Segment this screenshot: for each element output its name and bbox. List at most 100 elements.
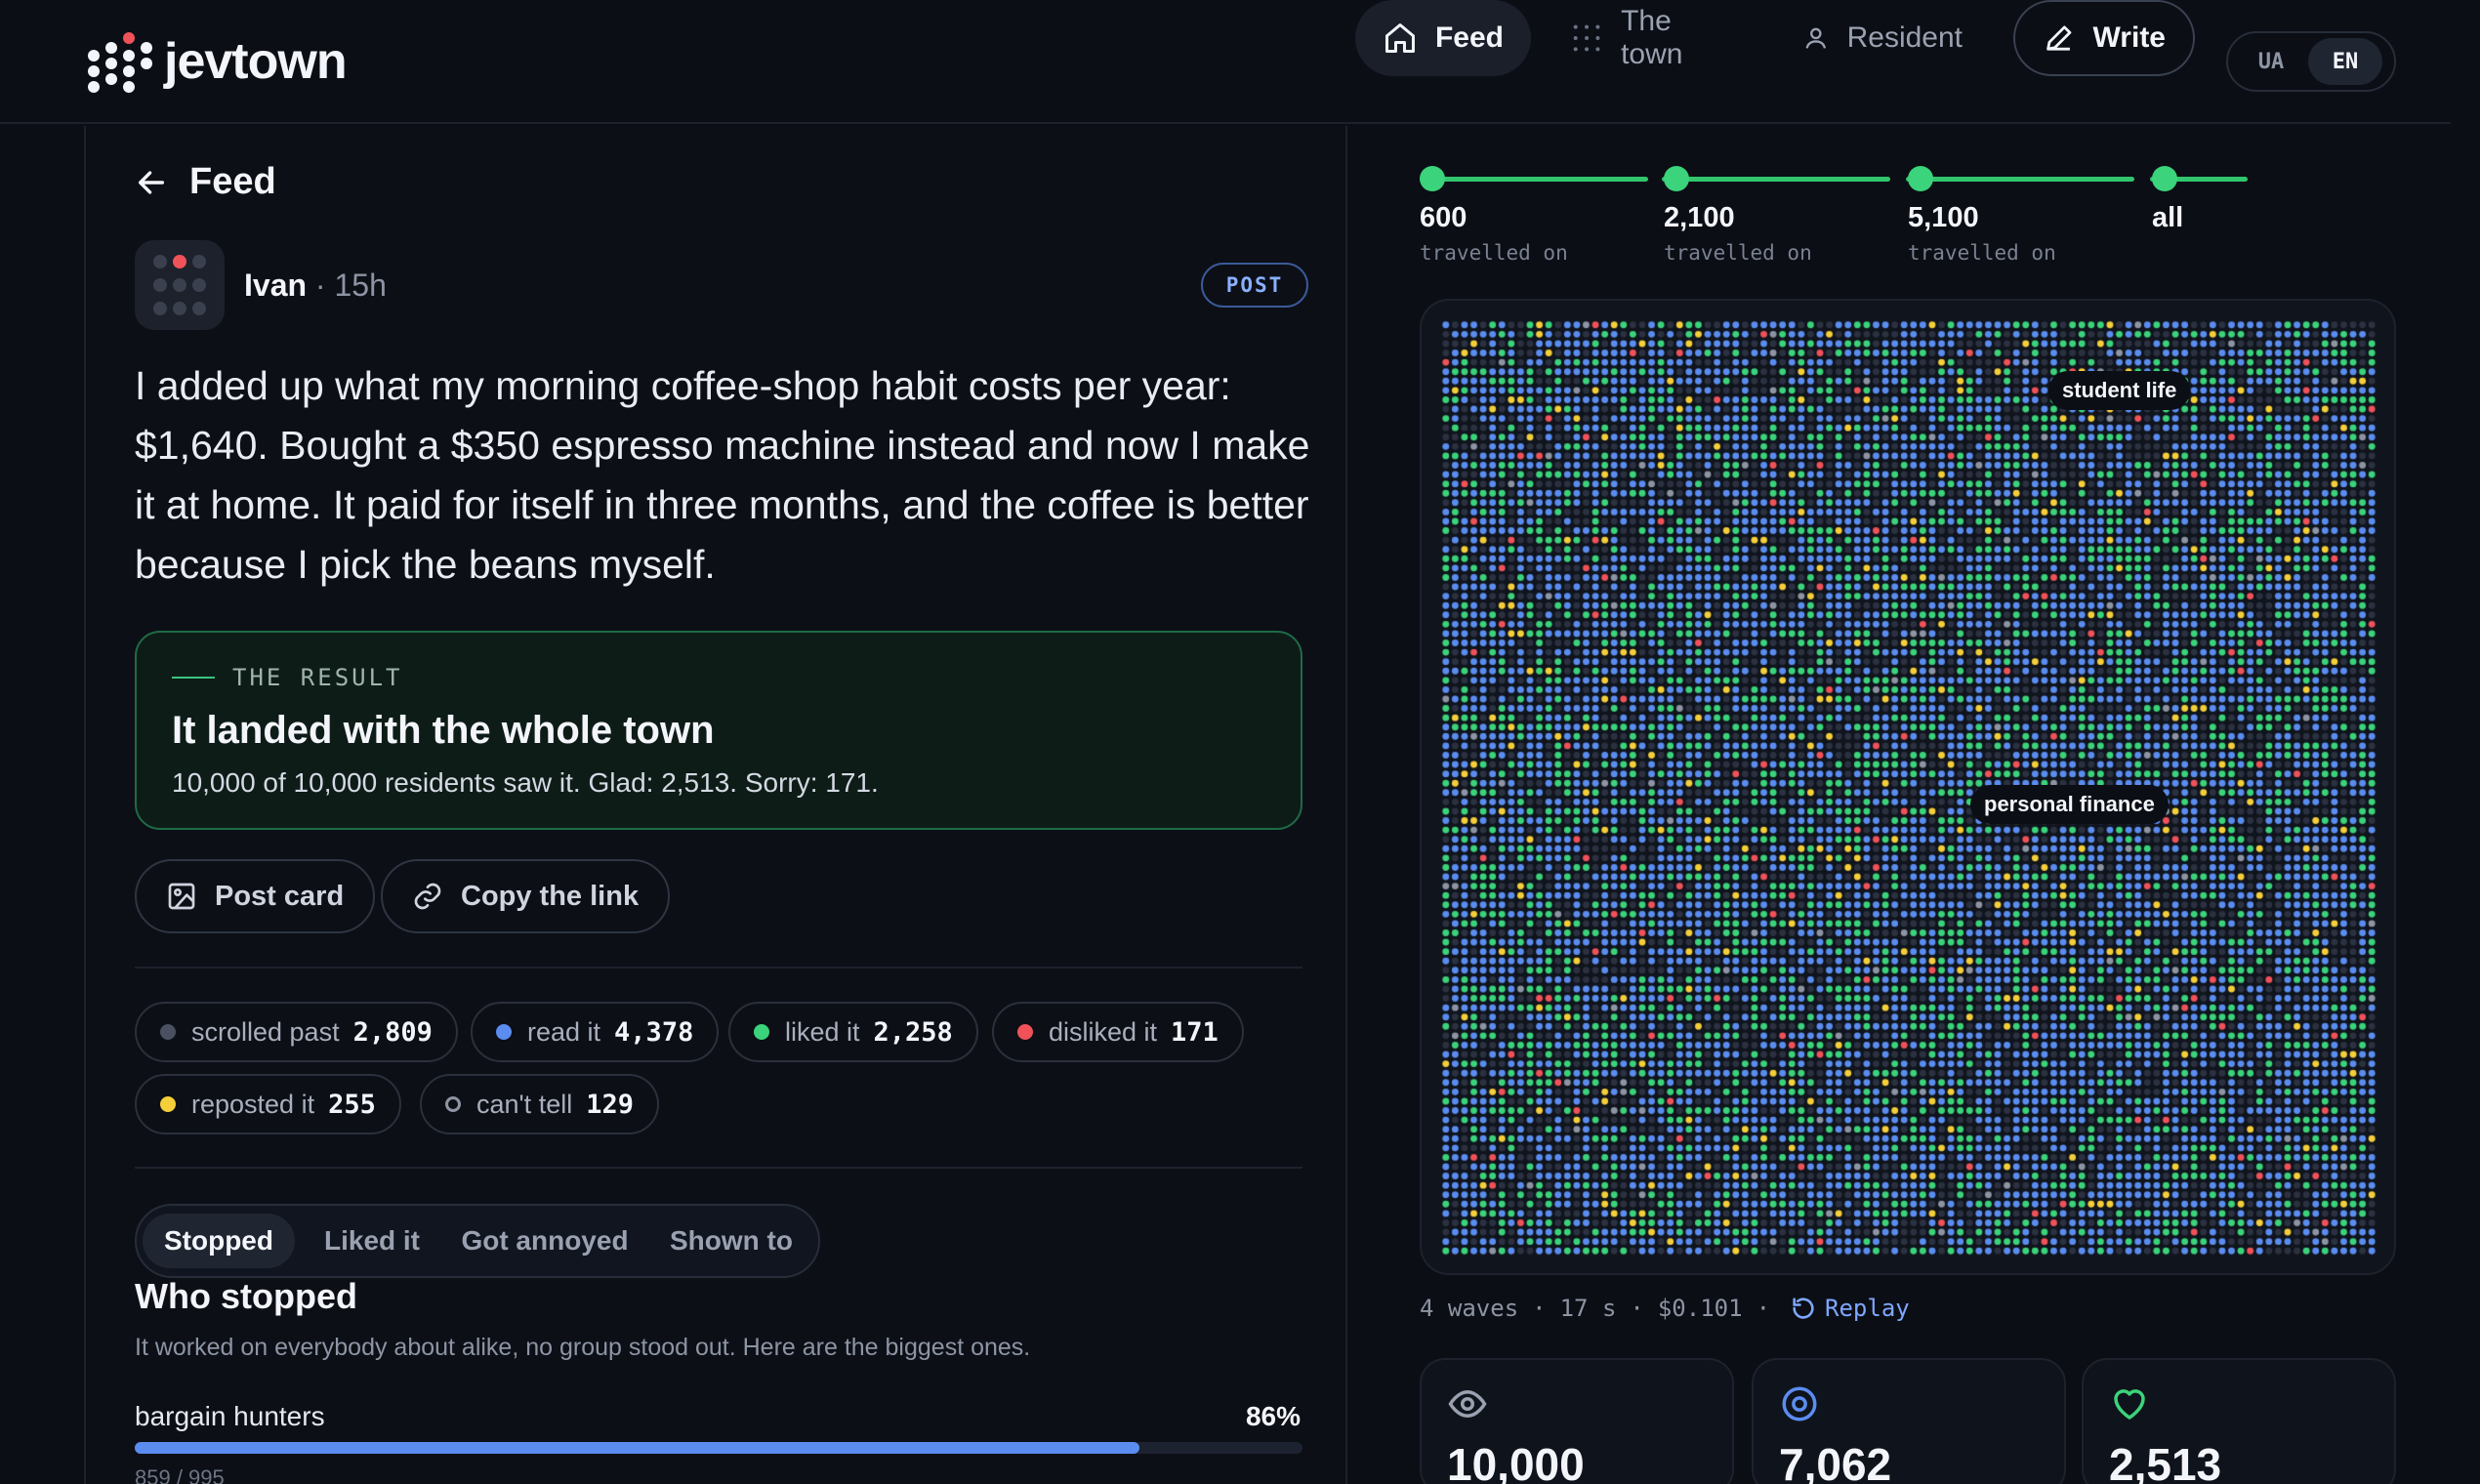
timeline-value: 2,100 — [1664, 202, 1735, 233]
reaction-chip[interactable]: reposted it 255 — [135, 1074, 401, 1134]
back-to-feed-link[interactable]: Feed — [135, 161, 276, 203]
reaction-chip[interactable]: scrolled past 2,809 — [135, 1002, 458, 1062]
reaction-label: disliked it — [1049, 1016, 1158, 1047]
who-stopped-subtitle: It worked on everybody about alike, no g… — [135, 1334, 1031, 1361]
reaction-chip[interactable]: liked it 2,258 — [728, 1002, 978, 1062]
copy-link-button[interactable]: Copy the link — [381, 859, 671, 933]
post-body: I added up what my morning coffee-shop h… — [135, 363, 1310, 587]
result-card: THE RESULT It landed with the whole town… — [135, 631, 1302, 830]
brand-logo[interactable]: jevtown — [86, 27, 348, 96]
image-icon — [168, 883, 195, 910]
stat-value: 7,062 — [1779, 1439, 1892, 1484]
reaction-chip[interactable]: read it 4,378 — [471, 1002, 720, 1062]
who-stopped-title: Who stopped — [135, 1276, 357, 1316]
reaction-dot-icon — [754, 1024, 769, 1040]
target-icon — [1782, 1386, 1817, 1422]
logo-icon — [88, 32, 152, 93]
avatar[interactable] — [135, 240, 225, 330]
timeline-value: 600 — [1420, 202, 1467, 233]
cluster-tag-personal-finance: personal finance — [1970, 785, 2169, 824]
arrow-left-icon — [138, 170, 165, 194]
divider — [135, 967, 1302, 969]
nav-resident-label: Resident — [1846, 21, 1963, 54]
reaction-label: scrolled past — [191, 1016, 340, 1047]
lang-ua-button[interactable]: UA — [2234, 38, 2308, 85]
town-map: student life personal finance — [1420, 299, 2396, 1275]
timeline-segment — [1906, 177, 2134, 182]
divider — [135, 1167, 1302, 1169]
stat-value: 10,000 — [1447, 1439, 1585, 1484]
timeline-step-2[interactable] — [1664, 166, 1689, 191]
who-tabs: Stopped Liked it Got annoyed Shown to — [135, 1204, 820, 1278]
tab-got-annoyed[interactable]: Got annoyed — [447, 1214, 642, 1268]
reaction-label: liked it — [785, 1016, 860, 1047]
timeline-segment — [1420, 177, 1648, 182]
write-label: Write — [2092, 21, 2166, 54]
link-icon — [414, 883, 441, 910]
reaction-count: 129 — [586, 1089, 634, 1120]
nav-feed-label: Feed — [1434, 21, 1504, 54]
post-author-line: Ivan · 15h — [244, 268, 387, 304]
post-type-badge: POST — [1201, 263, 1308, 308]
group-bar-track — [135, 1442, 1302, 1454]
author-name[interactable]: Ivan — [244, 268, 307, 303]
stat-card-stopped: 7,062 — [1752, 1358, 2066, 1484]
timeline-caption: travelled on — [1664, 241, 1812, 265]
timeline-step-4[interactable] — [2152, 166, 2177, 191]
run-duration: 17 s — [1559, 1295, 1617, 1322]
post-card-button[interactable]: Post card — [135, 859, 376, 933]
pencil-icon — [2046, 25, 2072, 51]
grid-dots-icon — [1573, 24, 1600, 52]
lang-en-button[interactable]: EN — [2308, 38, 2382, 85]
run-cost: $0.101 — [1657, 1295, 1743, 1322]
result-summary: 10,000 of 10,000 residents saw it. Glad:… — [172, 767, 879, 798]
reaction-dot-icon — [445, 1096, 461, 1112]
user-icon — [1805, 27, 1827, 49]
post-card-label: Post card — [215, 880, 345, 912]
language-switch: UA EN — [2226, 31, 2396, 92]
meta-separator: · — [314, 268, 326, 303]
write-button[interactable]: Write — [2013, 0, 2195, 76]
run-meta: 4 waves · 17 s · $0.101 · Replay — [1420, 1295, 1910, 1322]
reaction-dot-icon — [160, 1096, 176, 1112]
nav-town-label: The town — [1621, 5, 1683, 70]
reaction-chip[interactable]: can't tell 129 — [420, 1074, 659, 1134]
timeline-step-1[interactable] — [1420, 166, 1445, 191]
reaction-dot-icon — [496, 1024, 512, 1040]
reaction-chip[interactable]: disliked it 171 — [992, 1002, 1244, 1062]
nav-resident[interactable]: Resident — [1775, 0, 1990, 76]
result-title: It landed with the whole town — [172, 709, 715, 752]
town-dot-grid[interactable] — [1441, 320, 2377, 1256]
timeline-segment — [1662, 177, 1890, 182]
back-label: Feed — [189, 161, 276, 202]
reaction-count: 4,378 — [614, 1016, 694, 1048]
tab-liked-it[interactable]: Liked it — [303, 1214, 441, 1268]
timeline-value: all — [2152, 202, 2184, 233]
tab-stopped[interactable]: Stopped — [143, 1214, 295, 1268]
tab-shown-to[interactable]: Shown to — [646, 1214, 816, 1268]
timeline-step-3[interactable] — [1908, 166, 1933, 191]
replay-button[interactable]: Replay — [1790, 1295, 1910, 1322]
reaction-count: 171 — [1171, 1016, 1219, 1048]
home-icon — [1385, 23, 1415, 53]
copy-link-label: Copy the link — [461, 880, 640, 912]
reaction-label: read it — [527, 1016, 601, 1047]
group-bar-percent: 86% — [1245, 1401, 1301, 1431]
stat-value: 2,513 — [2109, 1439, 2222, 1484]
group-bar-label: bargain hunters — [135, 1401, 325, 1431]
nav-the-town[interactable]: The town — [1543, 0, 1762, 76]
reaction-dot-icon — [160, 1024, 176, 1040]
top-bar: jevtown Feed The town Resident Write UA … — [0, 0, 2451, 124]
post-time: 15h — [334, 268, 387, 303]
heart-icon — [2114, 1389, 2145, 1420]
stat-card-glad: 2,513 — [2082, 1358, 2396, 1484]
nav-feed[interactable]: Feed — [1355, 0, 1531, 76]
timeline-value: 5,100 — [1908, 202, 1979, 233]
timeline-caption: travelled on — [1908, 241, 2056, 265]
spread-panel: 600 travelled on 2,100 travelled on 5,10… — [1349, 126, 2451, 1484]
reaction-count: 255 — [328, 1089, 376, 1120]
avatar-dots-icon — [153, 255, 206, 315]
post-detail: Feed Ivan · 15h POST I added up what my … — [84, 126, 1347, 1484]
replay-icon — [1793, 1298, 1814, 1319]
timeline-caption: travelled on — [1420, 241, 1568, 265]
